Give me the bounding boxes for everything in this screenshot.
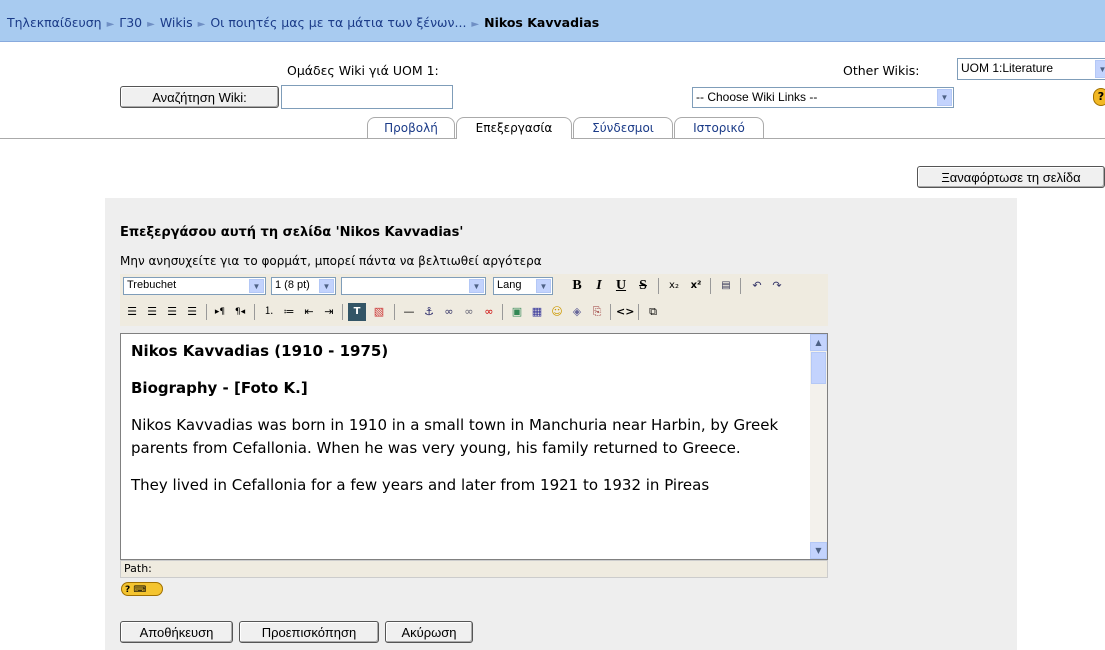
breadcrumb-link-home[interactable]: Τηλεκπαίδευση [7, 15, 102, 30]
content-paragraph: They lived in Cefallonia for a few years… [131, 476, 710, 494]
toolbar-divider [206, 304, 207, 320]
editor-scrollbar[interactable]: ▲ ▼ [810, 334, 827, 559]
toolbar-divider [740, 278, 741, 294]
toolbar-divider [394, 304, 395, 320]
keyboard-help-icon[interactable]: ? ⌨ [121, 582, 163, 596]
breadcrumb-separator-icon: ► [106, 19, 115, 30]
breadcrumb-link-wiki[interactable]: Οι ποιητές μας με τα μάτια των ξένων... [210, 15, 466, 30]
editor-toolbar-row-2: ☰ ☰ ☰ ☰ ▸¶ ¶◂ ⒈ ≔ ⇤ ⇥ T ▧ — ⚓ ∞ ∞ ∞ ▣ ▦ … [120, 298, 828, 326]
breadcrumb: Τηλεκπαίδευση ► Γ30 ► Wikis ► Οι ποιητές μας μ… [0, 0, 1105, 42]
bold-icon[interactable]: B [568, 277, 586, 295]
wiki-links-select[interactable]: -- Choose Wiki Links -- ▼ [692, 87, 954, 108]
anchor-icon[interactable]: ⚓ [420, 303, 438, 321]
text-color-icon[interactable]: T [348, 303, 366, 321]
search-wiki-button[interactable]: Αναζήτηση Wiki: [120, 86, 279, 108]
nolink-icon[interactable]: ∞ [480, 303, 498, 321]
toolbar-divider [638, 304, 639, 320]
chevron-down-icon: ▼ [249, 279, 264, 293]
horizontal-rule-icon[interactable]: — [400, 303, 418, 321]
toolbar-divider [342, 304, 343, 320]
strikethrough-icon[interactable]: S [634, 277, 652, 295]
tab-links[interactable]: Σύνδεσμοι [573, 117, 673, 138]
breadcrumb-separator-icon: ► [197, 19, 206, 30]
outdent-icon[interactable]: ⇤ [300, 303, 318, 321]
chevron-down-icon: ▼ [319, 279, 334, 293]
paragraph-style-select[interactable]: ▼ [341, 277, 486, 295]
breadcrumb-link-wikis[interactable]: Wikis [160, 15, 193, 30]
toolbar-divider [254, 304, 255, 320]
font-size-value: 1 (8 pt) [275, 279, 310, 291]
scroll-up-icon[interactable]: ▲ [810, 334, 827, 351]
search-input[interactable] [281, 85, 453, 109]
language-select[interactable]: Lang ▼ [493, 277, 553, 295]
save-button[interactable]: Αποθήκευση [120, 621, 233, 643]
breadcrumb-current: Nikos Kavvadias [484, 15, 600, 30]
editor-toolbar-row-1: Trebuchet ▼ 1 (8 pt) ▼ ▼ Lang ▼ B I U S … [120, 274, 828, 298]
italic-icon[interactable]: I [590, 277, 608, 295]
underline-icon[interactable]: U [612, 277, 630, 295]
content-subtitle: Biography - [Foto K.] [131, 379, 308, 397]
wiki-groups-label: Ομάδες Wiki γιά UOM 1: [287, 63, 439, 78]
fullscreen-icon[interactable]: ⧉ [644, 303, 662, 321]
other-wikis-label: Other Wikis: [843, 63, 920, 78]
tab-view[interactable]: Προβολή [367, 117, 455, 138]
smiley-icon[interactable]: ☺ [548, 303, 566, 321]
insert-table-icon[interactable]: ▦ [528, 303, 546, 321]
language-value: Lang [497, 279, 522, 291]
unordered-list-icon[interactable]: ≔ [280, 303, 298, 321]
align-center-icon[interactable]: ☰ [143, 303, 161, 321]
align-left-icon[interactable]: ☰ [123, 303, 141, 321]
scroll-thumb[interactable] [811, 352, 826, 384]
editor-hint: Μην ανησυχείτε για το φορμάτ, μπορεί πάν… [120, 254, 542, 268]
superscript-icon[interactable]: x² [687, 277, 705, 295]
link-icon[interactable]: ∞ [440, 303, 458, 321]
scroll-down-icon[interactable]: ▼ [810, 542, 827, 559]
editor-content-area[interactable]: Nikos Kavvadias (1910 - 1975) Biography … [120, 333, 828, 560]
toolbar-divider [610, 304, 611, 320]
other-wikis-select[interactable]: UOM 1:Literature ▼ [957, 58, 1105, 80]
tab-edit[interactable]: Επεξεργασία [456, 117, 572, 139]
ordered-list-icon[interactable]: ⒈ [260, 303, 278, 321]
wiki-links-value: -- Choose Wiki Links -- [696, 90, 818, 104]
content-paragraph: Nikos Kavvadias was born in 1910 in a sm… [131, 416, 779, 457]
ltr-icon[interactable]: ▸¶ [211, 303, 229, 321]
breadcrumb-link-course[interactable]: Γ30 [119, 15, 142, 30]
cancel-button[interactable]: Ακύρωση [385, 621, 473, 643]
redo-icon[interactable]: ↷ [768, 277, 786, 295]
indent-icon[interactable]: ⇥ [320, 303, 338, 321]
font-family-value: Trebuchet [127, 279, 177, 291]
reload-page-button[interactable]: Ξαναφόρτωσε τη σελίδα [917, 166, 1105, 188]
rtl-icon[interactable]: ¶◂ [231, 303, 249, 321]
insert-image-icon[interactable]: ▣ [508, 303, 526, 321]
toolbar-divider [710, 278, 711, 294]
subscript-icon[interactable]: x₂ [665, 277, 683, 295]
unlink-icon[interactable]: ∞ [460, 303, 478, 321]
toolbar-divider [502, 304, 503, 320]
html-source-icon[interactable]: <> [616, 303, 634, 321]
other-wikis-value: UOM 1:Literature [961, 61, 1054, 75]
chevron-down-icon: ▼ [937, 89, 952, 106]
font-family-select[interactable]: Trebuchet ▼ [123, 277, 266, 295]
preview-button[interactable]: Προεπισκόπηση [239, 621, 379, 643]
help-icon[interactable]: ? [1093, 88, 1105, 106]
breadcrumb-separator-icon: ► [471, 19, 480, 30]
background-color-icon[interactable]: ▧ [370, 303, 388, 321]
clean-word-icon[interactable]: ▤ [717, 277, 735, 295]
toolbar-divider [658, 278, 659, 294]
editor-heading: Επεξεργάσου αυτή τη σελίδα 'Nikos Kavvad… [120, 225, 464, 240]
chevron-down-icon: ▼ [1095, 60, 1105, 78]
font-size-select[interactable]: 1 (8 pt) ▼ [271, 277, 336, 295]
breadcrumb-separator-icon: ► [147, 19, 155, 30]
align-justify-icon[interactable]: ☰ [183, 303, 201, 321]
path-bar: Path: [120, 560, 828, 578]
undo-icon[interactable]: ↶ [748, 277, 766, 295]
content-title: Nikos Kavvadias (1910 - 1975) [131, 342, 389, 360]
chevron-down-icon: ▼ [469, 279, 484, 293]
special-char-icon[interactable]: ◈ [568, 303, 586, 321]
editor-content: Nikos Kavvadias (1910 - 1975) Biography … [131, 340, 801, 511]
insert-file-icon[interactable]: ⎘ [588, 303, 606, 321]
tab-history[interactable]: Ιστορικό [674, 117, 764, 138]
chevron-down-icon: ▼ [536, 279, 551, 293]
align-right-icon[interactable]: ☰ [163, 303, 181, 321]
